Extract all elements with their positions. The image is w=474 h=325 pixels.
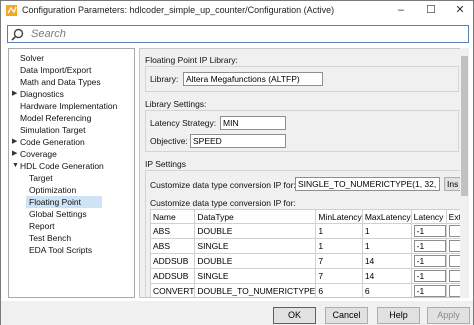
objective-dropdown[interactable]: SPEED xyxy=(190,134,286,148)
tree-item-diagnostics[interactable]: Diagnostics xyxy=(20,88,64,100)
cell-maxlatency: 14 xyxy=(361,268,412,284)
cell-maxlatency: 6 xyxy=(361,283,412,297)
maximize-button[interactable]: ☐ xyxy=(416,1,446,21)
tree-item-global-settings[interactable]: Global Settings xyxy=(29,208,87,220)
tree-item-target[interactable]: Target xyxy=(29,172,53,184)
latency-input[interactable]: -1 xyxy=(413,255,446,267)
cell-maxlatency: 14 xyxy=(361,253,412,269)
cell-name: ADDSUB xyxy=(149,268,196,284)
title-bar: Configuration Parameters: hdlcoder_simpl… xyxy=(1,1,473,21)
tree-item-hardware-implementation[interactable]: Hardware Implementation xyxy=(20,100,117,112)
ip-settings-title: IP Settings xyxy=(145,159,186,169)
ok-button[interactable]: OK xyxy=(273,307,316,324)
cell-latency: -1 xyxy=(410,283,447,297)
cell-maxlatency: 1 xyxy=(361,238,412,254)
cell-datatype: DOUBLE_TO_NUMERICTYPE xyxy=(194,283,317,297)
customize-ip-dropdown[interactable]: SINGLE_TO_NUMERICTYPE(1, 32, 1 xyxy=(295,177,440,191)
cell-latency: -1 xyxy=(410,253,447,269)
tree-item-eda-tool-scripts[interactable]: EDA Tool Scripts xyxy=(29,244,92,256)
collapse-arrow-icon[interactable]: ▼ xyxy=(12,160,19,172)
library-dropdown[interactable]: Altera Megafunctions (ALTFP) xyxy=(183,72,323,86)
latency-input[interactable]: -1 xyxy=(413,240,446,252)
category-tree: Solver Data Import/Export Math and Data … xyxy=(8,48,135,298)
ip-settings-table: Name DataType MinLatency MaxLatency Late… xyxy=(149,209,468,297)
column-header-minlatency[interactable]: MinLatency xyxy=(315,209,363,224)
settings-panel: Floating Point IP Library: Library: Alte… xyxy=(139,48,469,298)
table-row: CONVERT DOUBLE_TO_NUMERICTYPE 6 6 -1 xyxy=(149,283,468,297)
cell-name: ABS xyxy=(149,238,196,254)
column-header-name[interactable]: Name xyxy=(149,209,196,224)
close-button[interactable]: ✕ xyxy=(445,1,474,21)
tree-item-report[interactable]: Report xyxy=(29,220,55,232)
objective-label: Objective: xyxy=(150,136,188,146)
table-row: ABS DOUBLE 1 1 -1 xyxy=(149,223,468,239)
customize-ip-label: Customize data type conversion IP for: xyxy=(150,180,296,190)
library-settings-group: Latency Strategy: MIN Objective: SPEED xyxy=(145,110,459,152)
column-header-maxlatency[interactable]: MaxLatency xyxy=(361,209,412,224)
tree-item-model-referencing[interactable]: Model Referencing xyxy=(20,112,91,124)
fp-library-group: Library: Altera Megafunctions (ALTFP) xyxy=(145,66,459,92)
cell-minlatency: 6 xyxy=(315,283,363,297)
cell-minlatency: 1 xyxy=(315,223,363,239)
tree-item-coverage[interactable]: Coverage xyxy=(20,148,57,160)
cell-datatype: DOUBLE xyxy=(194,223,317,239)
library-label: Library: xyxy=(150,74,179,84)
search-icon xyxy=(11,28,24,41)
tree-item-code-generation[interactable]: Code Generation xyxy=(20,136,85,148)
tree-item-floating-point[interactable]: Floating Point xyxy=(26,196,102,208)
expand-arrow-icon[interactable]: ▶ xyxy=(12,136,17,148)
cell-name: ABS xyxy=(149,223,196,239)
search-input[interactable]: Search xyxy=(7,25,469,43)
cell-datatype: SINGLE xyxy=(194,238,317,254)
cell-datatype: SINGLE xyxy=(194,268,317,284)
table-row: ADDSUB SINGLE 7 14 -1 xyxy=(149,268,468,284)
minimize-button[interactable]: – xyxy=(386,1,416,21)
cell-latency: -1 xyxy=(410,238,447,254)
latency-input[interactable]: -1 xyxy=(413,285,446,297)
tree-item-simulation-target[interactable]: Simulation Target xyxy=(20,124,86,136)
cell-minlatency: 7 xyxy=(315,253,363,269)
cell-latency: -1 xyxy=(410,268,447,284)
library-settings-title: Library Settings: xyxy=(145,99,207,109)
scrollbar-thumb[interactable] xyxy=(461,56,468,196)
cell-datatype: DOUBLE xyxy=(194,253,317,269)
cancel-button[interactable]: Cancel xyxy=(325,307,368,324)
cell-maxlatency: 1 xyxy=(361,223,412,239)
cell-name: CONVERT xyxy=(149,283,196,297)
cell-minlatency: 1 xyxy=(315,238,363,254)
tree-item-math-and-data-types[interactable]: Math and Data Types xyxy=(20,76,101,88)
tree-item-solver[interactable]: Solver xyxy=(20,52,44,64)
expand-arrow-icon[interactable]: ▶ xyxy=(12,88,17,100)
tree-item-test-bench[interactable]: Test Bench xyxy=(29,232,71,244)
latency-strategy-label: Latency Strategy: xyxy=(150,118,217,128)
tree-item-optimization[interactable]: Optimization xyxy=(29,184,76,196)
tree-item-hdl-code-generation[interactable]: HDL Code Generation xyxy=(20,160,104,172)
cell-name: ADDSUB xyxy=(149,253,196,269)
table-header-row: Name DataType MinLatency MaxLatency Late… xyxy=(149,209,468,224)
simulink-app-icon xyxy=(6,5,17,16)
cell-latency: -1 xyxy=(410,223,447,239)
tree-item-data-import-export[interactable]: Data Import/Export xyxy=(20,64,91,76)
vertical-scrollbar[interactable] xyxy=(460,48,469,298)
help-button[interactable]: Help xyxy=(377,307,420,324)
latency-input[interactable]: -1 xyxy=(413,225,446,237)
fp-library-title: Floating Point IP Library: xyxy=(145,55,238,65)
search-placeholder: Search xyxy=(31,28,66,40)
apply-button[interactable]: Apply xyxy=(427,307,470,324)
latency-strategy-dropdown[interactable]: MIN xyxy=(220,116,286,130)
column-header-latency[interactable]: Latency xyxy=(410,209,447,224)
cell-minlatency: 7 xyxy=(315,268,363,284)
table-row: ADDSUB DOUBLE 7 14 -1 xyxy=(149,253,468,269)
latency-input[interactable]: -1 xyxy=(413,270,446,282)
window-title: Configuration Parameters: hdlcoder_simpl… xyxy=(22,5,335,15)
table-caption: Customize data type conversion IP for: xyxy=(150,198,296,208)
configuration-dialog: Configuration Parameters: hdlcoder_simpl… xyxy=(0,0,474,325)
column-header-datatype[interactable]: DataType xyxy=(194,209,317,224)
expand-arrow-icon[interactable]: ▶ xyxy=(12,148,17,160)
table-row: ABS SINGLE 1 1 -1 xyxy=(149,238,468,254)
